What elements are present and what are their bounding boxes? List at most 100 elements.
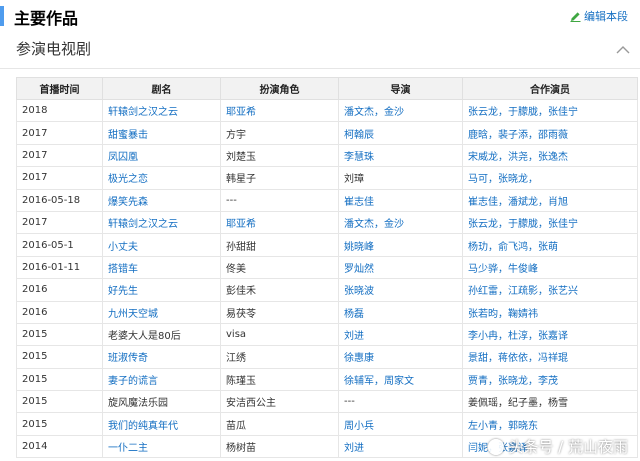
cell-costars[interactable]: 张若昀，鞠婧祎 [462, 300, 638, 324]
column-header-costars: 合作演员 [462, 77, 638, 100]
cell-role: 陈瑾玉 [220, 367, 339, 392]
cell-title[interactable]: 搭错车 [102, 255, 221, 280]
cell-costars[interactable]: 张云龙，于朦胧，张佳宁 [462, 98, 638, 123]
cell-costars: 姜佩瑶，纪子墨，杨雪 [462, 390, 638, 414]
table-row: 2015 老婆大人是80后 visa 刘进 李小冉，杜淳，张嘉译 [16, 322, 638, 347]
cell-costars[interactable]: 左小青，郭晓东 [462, 412, 638, 436]
cell-date: 2017 [16, 166, 103, 190]
table-row: 2016-05-18 爆笑先森 --- 崔志佳 崔志佳，潘斌龙，肖旭 [16, 188, 638, 212]
table-row: 2018 轩辕剑之汉之云 耶亚希 潘文杰，金沙 张云龙，于朦胧，张佳宁 [16, 98, 638, 123]
cell-title[interactable]: 爆笑先森 [102, 188, 221, 212]
column-header-role: 扮演角色 [220, 77, 339, 100]
cell-director[interactable]: 徐惠康 [338, 345, 463, 369]
table-row: 2015 我们的纯真年代 苗瓜 周小兵 左小青，郭晓东 [16, 412, 638, 436]
cell-director[interactable]: 张晓波 [338, 278, 463, 302]
cell-director[interactable]: 李慧珠 [338, 143, 463, 168]
cell-title[interactable]: 凤囚凰 [102, 143, 221, 168]
table-row: 2015 妻子的谎言 陈瑾玉 徐辅军，周家文 贾青，张晓龙，李茂 [16, 367, 638, 392]
cell-date: 2016-05-18 [16, 188, 103, 212]
cell-costars[interactable]: 张云龙，于朦胧，张佳宁 [462, 210, 638, 235]
table-row: 2017 甜蜜暴击 方宇 柯翰辰 鹿晗，裴子添，邵雨薇 [16, 121, 638, 145]
chevron-up-icon [616, 46, 630, 54]
cell-director: 刘璋 [338, 166, 463, 190]
cell-role: 刘楚玉 [220, 143, 339, 168]
cell-director[interactable]: 周小兵 [338, 412, 463, 436]
cell-title: 旋风魔法乐园 [102, 390, 221, 414]
cell-role: 方宇 [220, 121, 339, 145]
cell-role: 孙甜甜 [220, 233, 339, 257]
watermark: 头条号 / 荒山夜雨 [488, 436, 628, 457]
title-accent-bar [0, 6, 4, 26]
collapse-button[interactable] [616, 40, 630, 59]
page-title: 主要作品 [14, 9, 79, 28]
cell-costars[interactable]: 崔志佳，潘斌龙，肖旭 [462, 188, 638, 212]
cell-date: 2017 [16, 121, 103, 145]
works-table: 首播时间 剧名 扮演角色 导演 合作演员 2018 轩辕剑之汉之云 耶亚希 潘文杰，金… [16, 77, 638, 459]
cell-date: 2014 [16, 434, 103, 459]
table-row: 2017 凤囚凰 刘楚玉 李慧珠 宋威龙，洪尧，张逸杰 [16, 143, 638, 168]
cell-director[interactable]: 潘文杰，金沙 [338, 210, 463, 235]
title-bar: 主要作品 编辑本段 [0, 0, 640, 30]
table-row: 2016-05-1 小丈夫 孙甜甜 姚晓峰 杨玏，俞飞鸿，张萌 [16, 233, 638, 257]
cell-role: 杨树苗 [220, 434, 339, 459]
cell-role: --- [220, 188, 339, 212]
cell-title[interactable]: 班淑传奇 [102, 345, 221, 369]
cell-date: 2016-05-1 [16, 233, 103, 257]
cell-role[interactable]: 耶亚希 [220, 98, 339, 123]
cell-title[interactable]: 九州天空城 [102, 300, 221, 324]
cell-director[interactable]: 徐辅军，周家文 [338, 367, 463, 392]
cell-role[interactable]: 耶亚希 [220, 210, 339, 235]
cell-director[interactable]: 柯翰辰 [338, 121, 463, 145]
cell-costars[interactable]: 宋威龙，洪尧，张逸杰 [462, 143, 638, 168]
pencil-icon [570, 11, 581, 22]
cell-director[interactable]: 罗灿然 [338, 255, 463, 280]
cell-title[interactable]: 轩辕剑之汉之云 [102, 210, 221, 235]
cell-title[interactable]: 一仆二主 [102, 434, 221, 459]
cell-title[interactable]: 我们的纯真年代 [102, 412, 221, 436]
cell-title: 老婆大人是80后 [102, 322, 221, 347]
cell-title[interactable]: 好先生 [102, 278, 221, 302]
section-header: 参演电视剧 [0, 30, 640, 69]
table-row: 2016-01-11 搭错车 佟美 罗灿然 马少骅，牛俊峰 [16, 255, 638, 280]
cell-costars[interactable]: 景甜，蒋依依，冯祥琨 [462, 345, 638, 369]
cell-director[interactable]: 姚晓峰 [338, 233, 463, 257]
cell-title[interactable]: 轩辕剑之汉之云 [102, 98, 221, 123]
cell-director: --- [338, 390, 463, 414]
cell-date: 2015 [16, 322, 103, 347]
cell-costars[interactable]: 鹿晗，裴子添，邵雨薇 [462, 121, 638, 145]
cell-role: visa [220, 322, 339, 347]
cell-director[interactable]: 刘进 [338, 322, 463, 347]
cell-date: 2018 [16, 98, 103, 123]
table-row: 2015 旋风魔法乐园 安洁西公主 --- 姜佩瑶，纪子墨，杨雪 [16, 390, 638, 414]
cell-costars[interactable]: 马少骅，牛俊峰 [462, 255, 638, 280]
table-row: 2016 好先生 彭佳禾 张晓波 孙红雷，江疏影，张艺兴 [16, 278, 638, 302]
cell-costars[interactable]: 孙红雷，江疏影，张艺兴 [462, 278, 638, 302]
table-row: 2017 极光之恋 韩星子 刘璋 马可，张晓龙， [16, 166, 638, 190]
cell-role: 易茯苓 [220, 300, 339, 324]
cell-costars[interactable]: 马可，张晓龙， [462, 166, 638, 190]
cell-costars[interactable]: 杨玏，俞飞鸿，张萌 [462, 233, 638, 257]
cell-date: 2017 [16, 143, 103, 168]
cell-role: 安洁西公主 [220, 390, 339, 414]
cell-title[interactable]: 甜蜜暴击 [102, 121, 221, 145]
section-title: 参演电视剧 [16, 40, 92, 58]
cell-date: 2016-01-11 [16, 255, 103, 280]
cell-director[interactable]: 潘文杰，金沙 [338, 98, 463, 123]
cell-costars[interactable]: 李小冉，杜淳，张嘉译 [462, 322, 638, 347]
column-header-date: 首播时间 [16, 77, 103, 100]
cell-director[interactable]: 刘进 [338, 434, 463, 459]
column-header-title: 剧名 [102, 77, 221, 100]
cell-director[interactable]: 杨磊 [338, 300, 463, 324]
cell-title[interactable]: 极光之恋 [102, 166, 221, 190]
toutiao-logo-icon [488, 438, 505, 455]
cell-director[interactable]: 崔志佳 [338, 188, 463, 212]
table-row: 2017 轩辕剑之汉之云 耶亚希 潘文杰，金沙 张云龙，于朦胧，张佳宁 [16, 210, 638, 235]
cell-title[interactable]: 小丈夫 [102, 233, 221, 257]
cell-date: 2017 [16, 210, 103, 235]
edit-section-button[interactable]: 编辑本段 [570, 8, 628, 24]
cell-costars[interactable]: 贾青，张晓龙，李茂 [462, 367, 638, 392]
cell-title[interactable]: 妻子的谎言 [102, 367, 221, 392]
cell-date: 2016 [16, 300, 103, 324]
table-row: 2016 九州天空城 易茯苓 杨磊 张若昀，鞠婧祎 [16, 300, 638, 324]
cell-role: 韩星子 [220, 166, 339, 190]
